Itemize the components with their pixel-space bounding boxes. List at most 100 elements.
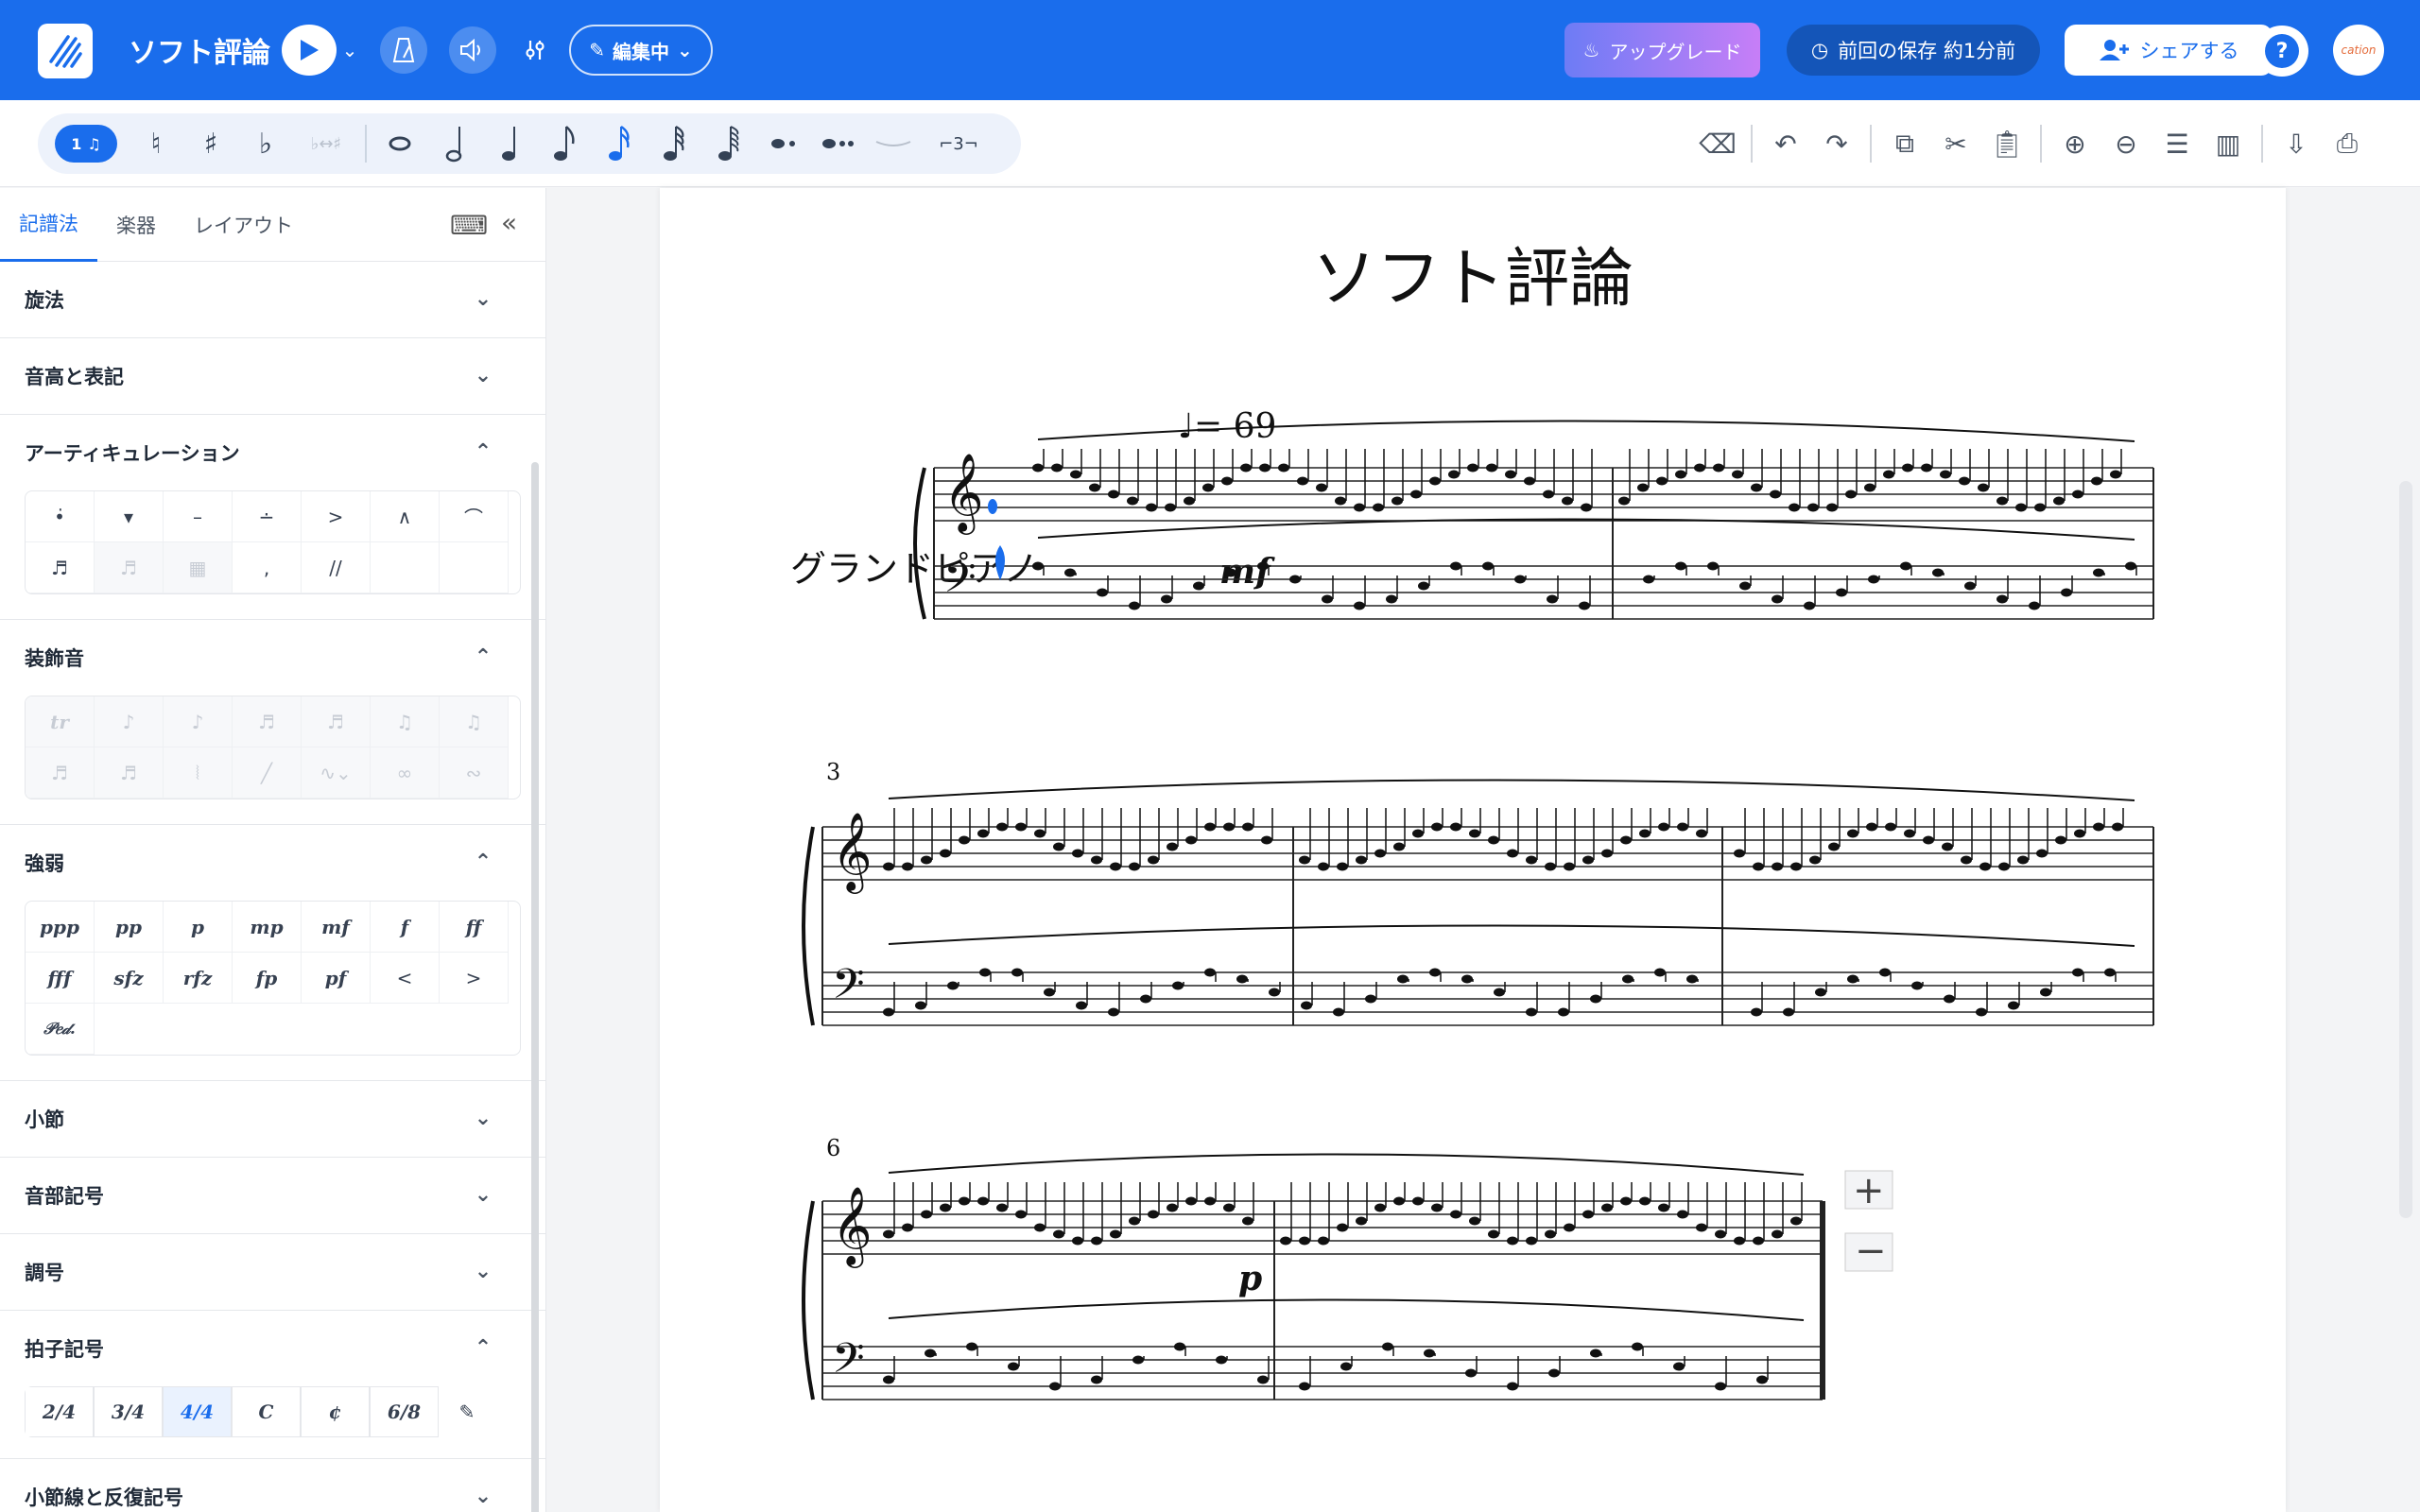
tab-notation[interactable]: 記譜法 [0, 188, 97, 262]
caesura-icon[interactable]: // [302, 542, 371, 593]
voice-selector[interactable]: 1 ♫ [55, 125, 117, 163]
time-cut[interactable]: ¢ [301, 1386, 370, 1437]
grace-note-16th-icon[interactable]: ♬ [233, 696, 302, 747]
grace-group-icon[interactable]: ♫ [371, 696, 440, 747]
time-2-4[interactable]: 2/4 [25, 1386, 94, 1437]
double-dot-button[interactable] [811, 113, 866, 174]
staccatissimo-icon[interactable]: ▾ [95, 491, 164, 542]
decrescendo-hairpin[interactable]: > [440, 953, 509, 1004]
view-icon[interactable]: ☰ [2152, 118, 2203, 169]
delete-icon[interactable]: ⌫ [1692, 118, 1743, 169]
section-header[interactable]: 装飾音 ⌃ [0, 620, 545, 696]
play-button[interactable] [282, 25, 337, 76]
mixer-icon[interactable] [518, 26, 552, 74]
grace-group-after-icon[interactable]: ♫ [440, 696, 509, 747]
trill-icon[interactable]: tr [26, 696, 95, 747]
share-button[interactable]: シェアする [2065, 25, 2273, 76]
zoom-in-icon[interactable]: ⊕ [2049, 118, 2100, 169]
tremolo-grace-2-icon[interactable]: ♬ [95, 747, 164, 799]
accent-icon[interactable]: > [302, 491, 371, 542]
edit-mode-dropdown[interactable]: ✎ 編集中 ⌄ [569, 25, 713, 76]
turn-icon[interactable]: ∞ [371, 747, 440, 799]
mordent-icon[interactable]: ∿⌄ [302, 747, 371, 799]
dynamic-rfz[interactable]: rfz [164, 953, 233, 1004]
piano-icon[interactable]: ▥ [2203, 118, 2254, 169]
section-header[interactable]: 旋法 ⌄ [0, 262, 545, 337]
score-canvas[interactable]: ソフト評論 グランドピアノ ♩= 69 mf p 3 6 𝄞 𝄢 𝄞 𝄢 𝄞 𝄢 + − [546, 188, 2420, 1512]
tenuto-staccato-icon[interactable]: ∸ [233, 491, 302, 542]
dynamic-p[interactable]: p [1238, 1259, 1262, 1298]
tremolo-between-icon[interactable]: ♬ [95, 542, 164, 593]
dynamic-mf[interactable]: mf [302, 902, 371, 953]
dynamic-fp[interactable]: fp [233, 953, 302, 1004]
natural-button[interactable]: ♮ [129, 113, 183, 174]
keyboard-icon[interactable]: ⌨ [450, 209, 488, 241]
save-status[interactable]: ◷ 前回の保存 約1分前 [1787, 25, 2040, 76]
tuplet-button[interactable]: ⌐3¬ [921, 113, 996, 174]
eighth-note-button[interactable] [537, 113, 592, 174]
dynamic-pp[interactable]: pp [95, 902, 164, 953]
dynamic-mp[interactable]: mp [233, 902, 302, 953]
arpeggio-icon[interactable]: ▦ [164, 542, 233, 593]
dynamic-p[interactable]: p [164, 902, 233, 953]
grace-note-icon[interactable]: ♪ [95, 696, 164, 747]
tab-instruments[interactable]: 楽器 [97, 188, 175, 262]
sixty-fourth-note-button[interactable] [701, 113, 756, 174]
time-4-4[interactable]: 4/4 [163, 1386, 232, 1437]
time-common[interactable]: C [232, 1386, 301, 1437]
section-header[interactable]: 小節線と反復記号 ⌄ [0, 1459, 545, 1512]
paste-icon[interactable]: 📋︎ [1981, 118, 2032, 169]
flat-button[interactable]: ♭ [238, 113, 293, 174]
chevron-down-icon[interactable]: ⌄ [337, 28, 363, 72]
grace-note-32nd-icon[interactable]: ♬ [302, 696, 371, 747]
metronome-button[interactable] [380, 26, 427, 74]
avatar[interactable]: cation [2333, 25, 2384, 76]
undo-icon[interactable]: ↶ [1760, 118, 1811, 169]
collapse-icon[interactable]: « [501, 207, 517, 238]
dynamic-f[interactable]: f [371, 902, 440, 953]
arpeggio-line-icon[interactable]: ⦚ [164, 747, 233, 799]
section-header[interactable]: 小節 ⌄ [0, 1081, 545, 1157]
app-logo[interactable] [38, 24, 93, 78]
pedal-icon[interactable]: 𝒫𝑒𝒹. [26, 1004, 95, 1055]
dot-button[interactable] [756, 113, 811, 174]
sharp-button[interactable]: ♯ [183, 113, 238, 174]
section-header[interactable]: 音高と表記 ⌄ [0, 338, 545, 414]
cut-icon[interactable]: ✂ [1930, 118, 1981, 169]
section-header[interactable]: 強弱 ⌃ [0, 825, 545, 901]
dynamic-sfz[interactable]: sfz [95, 953, 164, 1004]
time-6-8[interactable]: 6/8 [370, 1386, 439, 1437]
fermata-icon[interactable]: ⌒ [440, 491, 509, 542]
sixteenth-note-button[interactable] [592, 113, 647, 174]
glissando-icon[interactable]: ╱ [233, 747, 302, 799]
section-header[interactable]: 音部記号 ⌄ [0, 1158, 545, 1233]
section-header[interactable]: 調号 ⌄ [0, 1234, 545, 1310]
speaker-button[interactable] [449, 26, 496, 74]
inverted-turn-icon[interactable]: ∾ [440, 747, 509, 799]
section-header[interactable]: アーティキュレーション ⌃ [0, 415, 545, 490]
grace-note-slash-icon[interactable]: ♪ [164, 696, 233, 747]
dynamic-fff[interactable]: fff [26, 953, 95, 1004]
print-icon[interactable]: ⎙ [2322, 118, 2373, 169]
score-scrollbar[interactable] [2399, 481, 2412, 1218]
add-remove-measure[interactable]: + − [1844, 1169, 1893, 1273]
tie-button[interactable] [866, 113, 921, 174]
export-icon[interactable]: ⇩ [2271, 118, 2322, 169]
dynamic-pf[interactable]: pf [302, 953, 371, 1004]
time-3-4[interactable]: 3/4 [94, 1386, 163, 1437]
marcato-icon[interactable]: ∧ [371, 491, 440, 542]
half-note-button[interactable] [427, 113, 482, 174]
copy-icon[interactable]: ⧉ [1879, 118, 1930, 169]
crescendo-hairpin[interactable]: < [371, 953, 440, 1004]
section-header[interactable]: 拍子記号 ⌃ [0, 1311, 545, 1386]
redo-icon[interactable]: ↷ [1811, 118, 1862, 169]
tremolo-icon[interactable]: ♬ [26, 542, 95, 593]
staccato-icon[interactable]: •̇ [26, 491, 95, 542]
quarter-note-button[interactable] [482, 113, 537, 174]
tab-layout[interactable]: レイアウト [175, 188, 312, 262]
dynamic-ff[interactable]: ff [440, 902, 509, 953]
breath-mark-icon[interactable]: , [233, 542, 302, 593]
upgrade-button[interactable]: ♨ アップグレード [1564, 23, 1760, 77]
help-button[interactable]: ? [2256, 26, 2308, 77]
tenuto-icon[interactable]: – [164, 491, 233, 542]
